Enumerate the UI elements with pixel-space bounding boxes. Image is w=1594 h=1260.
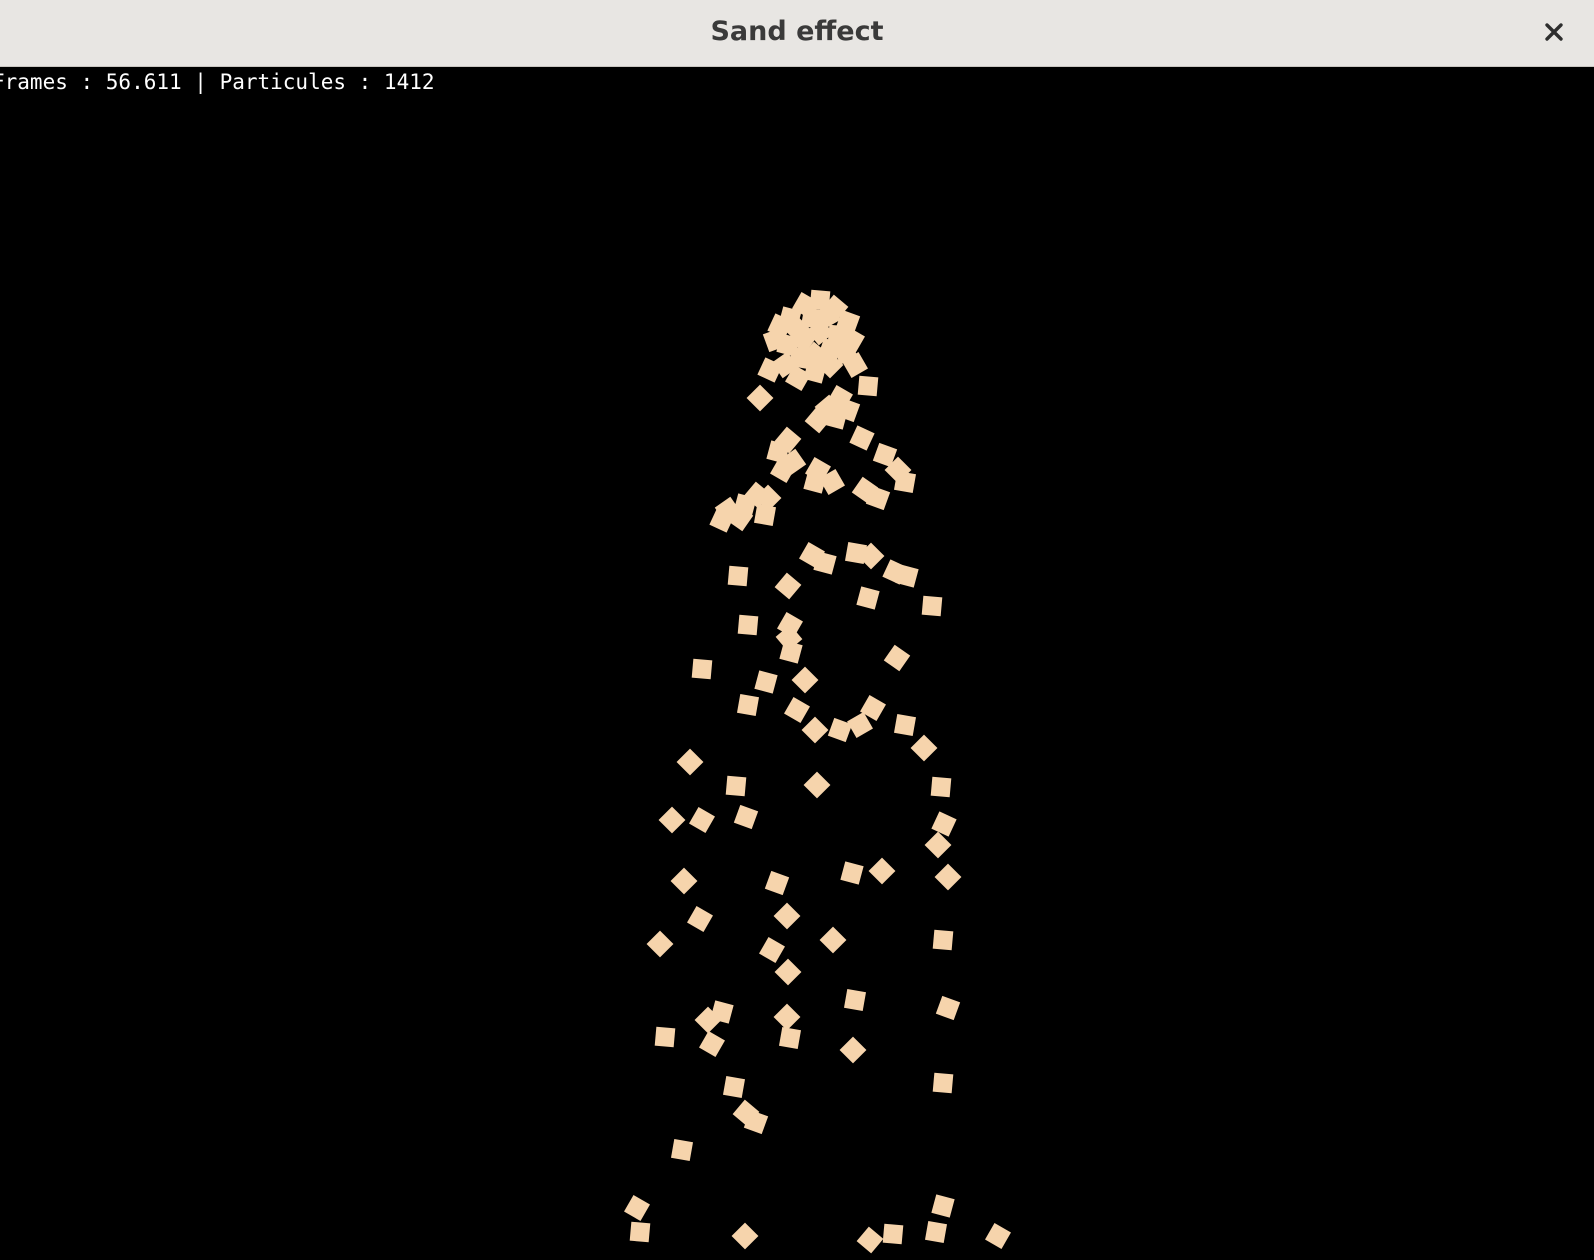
- sand-particle: [774, 958, 802, 986]
- close-icon: [1545, 23, 1563, 41]
- sand-particle: [737, 614, 759, 636]
- sand-particle: [764, 870, 790, 896]
- close-button[interactable]: [1536, 14, 1572, 50]
- sand-particle: [778, 1026, 802, 1050]
- sand-particle: [791, 666, 819, 694]
- sand-particle: [868, 857, 896, 885]
- window-title: Sand effect: [710, 16, 884, 47]
- sand-particle: [646, 930, 674, 958]
- sand-particle: [801, 716, 829, 744]
- sand-particle: [774, 572, 802, 600]
- sand-particle: [930, 776, 952, 798]
- sand-particle: [670, 867, 698, 895]
- title-bar[interactable]: Sand effect: [0, 0, 1594, 67]
- sand-particle: [731, 1222, 759, 1250]
- sand-particle: [849, 425, 875, 451]
- sand-particle: [725, 775, 747, 797]
- sand-canvas[interactable]: Frames : 56.611 | Particules : 1412: [0, 67, 1594, 1260]
- sand-particle: [784, 697, 810, 723]
- sand-particle: [629, 1221, 651, 1243]
- sand-particle: [736, 693, 760, 717]
- sand-particle: [773, 1003, 801, 1031]
- sand-particle: [921, 595, 943, 617]
- sand-particle: [687, 906, 713, 932]
- sand-particle: [819, 926, 847, 954]
- sand-particle: [856, 1226, 884, 1254]
- sand-particle: [934, 863, 962, 891]
- sand-particle: [883, 644, 911, 672]
- sand-particle: [935, 995, 961, 1021]
- sand-particle: [691, 658, 713, 680]
- sand-particle: [893, 470, 917, 494]
- sand-particle: [856, 586, 880, 610]
- sand-particle: [754, 670, 778, 694]
- app-window: Sand effect Frames : 56.611 | Particules…: [0, 0, 1594, 1260]
- sand-particle: [924, 1220, 948, 1244]
- sand-particle: [840, 861, 864, 885]
- sand-particle: [931, 811, 957, 837]
- sand-particle: [843, 988, 867, 1012]
- sand-particle: [803, 771, 831, 799]
- sand-particle: [931, 1194, 955, 1218]
- particle-layer: [624, 289, 1011, 1254]
- sand-particle: [699, 1031, 725, 1057]
- sand-particle: [857, 375, 879, 397]
- sand-particle: [746, 384, 774, 412]
- sand-particle: [624, 1195, 650, 1221]
- sand-particle: [670, 1138, 694, 1162]
- sand-particle: [985, 1223, 1011, 1249]
- sand-particle: [689, 807, 715, 833]
- sand-particle: [727, 565, 749, 587]
- sand-particle: [932, 929, 954, 951]
- sand-particle: [773, 902, 801, 930]
- sand-particle: [733, 804, 759, 830]
- sand-particle: [910, 734, 938, 762]
- sand-particle: [658, 806, 686, 834]
- sand-particle: [839, 1036, 867, 1064]
- sand-particle: [676, 748, 704, 776]
- sand-particle: [893, 713, 917, 737]
- sand-particle: [654, 1026, 676, 1048]
- sand-particle: [759, 937, 785, 963]
- sand-particle: [932, 1072, 954, 1094]
- sand-particle: [882, 1223, 904, 1245]
- sand-particle: [722, 1075, 746, 1099]
